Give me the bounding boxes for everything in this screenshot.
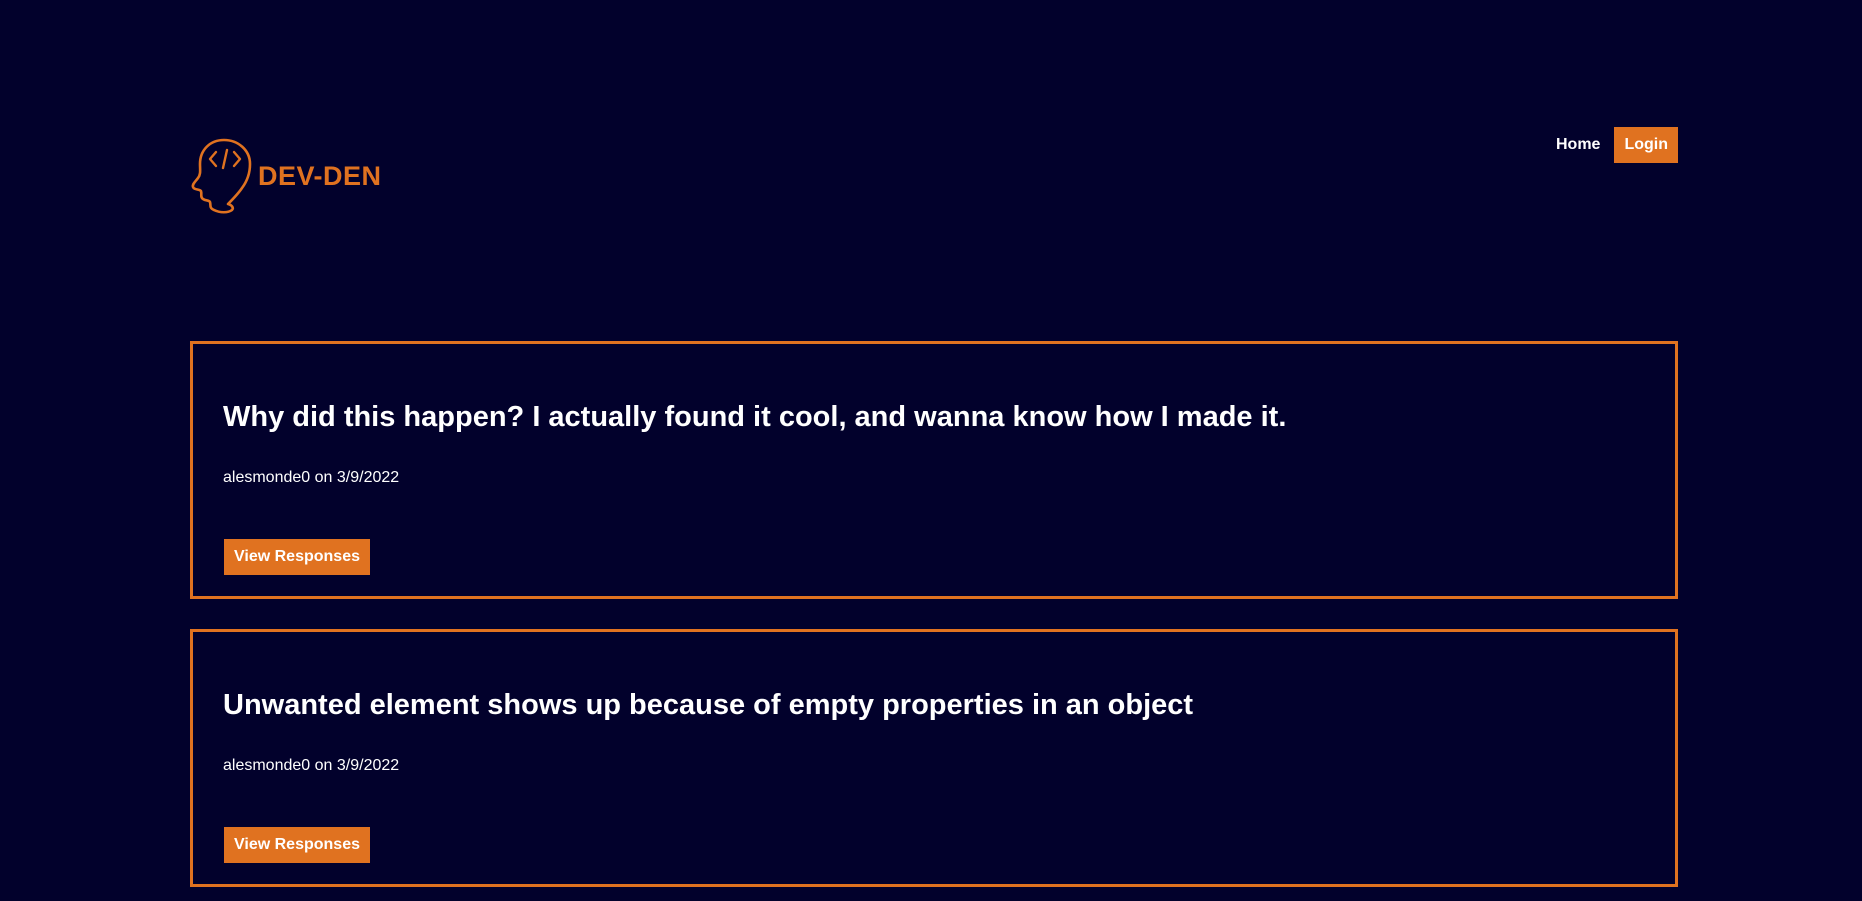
page: DEV-DEN Home Login Why did this happen? … — [0, 0, 1862, 901]
post-title: Unwanted element shows up because of emp… — [223, 689, 1194, 721]
post-title: Why did this happen? I actually found it… — [223, 401, 1287, 433]
post-on-label: on — [314, 757, 333, 774]
post-list: Why did this happen? I actually found it… — [190, 341, 1678, 901]
post-author: alesmonde0 — [223, 469, 311, 486]
view-responses-button[interactable]: View Responses — [224, 539, 370, 575]
post-date: 3/9/2022 — [336, 469, 400, 486]
post-on-label: on — [314, 469, 333, 486]
logo-text: DEV-DEN — [258, 160, 382, 191]
post-date: 3/9/2022 — [336, 757, 400, 774]
site-logo[interactable]: DEV-DEN — [190, 134, 382, 214]
post-card: Why did this happen? I actually found it… — [190, 341, 1678, 599]
login-button[interactable]: Login — [1614, 127, 1678, 163]
post-meta: alesmonde0 on 3/9/2022 — [223, 756, 1645, 776]
view-responses-button[interactable]: View Responses — [224, 827, 370, 863]
main-nav: Home Login — [1542, 126, 1678, 164]
post-author: alesmonde0 — [223, 757, 311, 774]
head-code-icon — [191, 138, 252, 214]
post-card: Unwanted element shows up because of emp… — [190, 629, 1678, 887]
nav-home-link[interactable]: Home — [1542, 126, 1614, 164]
post-meta: alesmonde0 on 3/9/2022 — [223, 468, 1645, 488]
